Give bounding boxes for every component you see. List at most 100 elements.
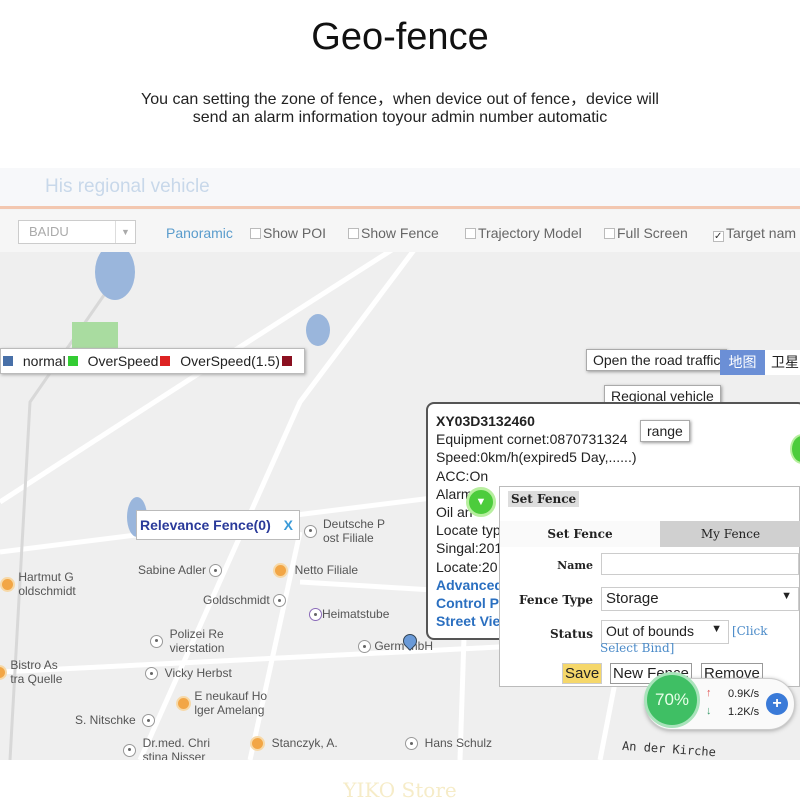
app-header: His regional vehicle xyxy=(0,168,800,209)
poi[interactable]: Dr.med. Chri stina Nisser xyxy=(123,736,210,760)
legend-swatch xyxy=(67,356,78,366)
road-traffic-button[interactable]: Open the road traffic xyxy=(586,349,728,371)
page-title: Geo-fence xyxy=(311,16,489,58)
poi[interactable]: Stanczyk, A. xyxy=(250,736,338,752)
poi[interactable]: Polizei Re vierstation xyxy=(150,627,224,655)
poi[interactable]: Bistro As tra Quelle xyxy=(0,658,62,686)
poi[interactable]: S. Nitschke xyxy=(75,713,156,728)
speed: Speed:0km/h(expired5 Day,......) xyxy=(436,449,637,466)
satellite-view-tab[interactable]: 卫星 xyxy=(765,350,800,375)
upload-arrow-icon: ↑ xyxy=(706,687,712,699)
legend-label: normal xyxy=(22,353,66,369)
poi-label: Heimatstube xyxy=(322,607,390,621)
map-provider-select[interactable]: BAIDU ▼ xyxy=(18,220,136,244)
poi-label: Bistro As tra Quelle xyxy=(10,658,63,686)
equipment-cornet: Equipment cornet:0870731324 xyxy=(436,431,628,448)
poi-dot-icon xyxy=(358,640,371,654)
relevance-fence-label: Relevance Fence(0) xyxy=(140,517,271,533)
poi-label: Deutsche P ost Filiale xyxy=(323,517,386,545)
poi[interactable]: Heimatstube xyxy=(309,607,390,622)
memory-usage-gauge[interactable]: 70% xyxy=(644,672,700,728)
poi-dot-icon xyxy=(142,714,156,728)
legend-swatch xyxy=(160,356,171,366)
acc: ACC:On xyxy=(436,467,489,484)
poi-dot-icon xyxy=(145,667,158,681)
toolbar: BAIDU ▼ Panoramic Show POI Show Fence Tra… xyxy=(0,210,800,252)
poi-label: S. Nitschke xyxy=(75,713,136,727)
legend-label: OverSpeed(1.5) xyxy=(180,353,280,369)
poi-dot-icon xyxy=(405,737,418,751)
tab-my-fence[interactable]: My Fence xyxy=(660,521,800,547)
chevron-down-icon: ▼ xyxy=(781,590,792,602)
poi-label: Hans Schulz xyxy=(424,736,493,750)
legend-swatch xyxy=(3,356,13,366)
fence-type-label: Fence Type xyxy=(519,593,593,607)
plus-icon[interactable]: + xyxy=(766,693,788,715)
chevron-down-icon: ▼ xyxy=(115,221,135,243)
watermark: YIKO Store xyxy=(343,778,457,802)
name-label: Name xyxy=(557,559,593,572)
vehicle-marker-icon[interactable]: ▼ xyxy=(466,487,496,517)
header-divider xyxy=(0,206,800,209)
food-icon xyxy=(273,563,288,579)
range-button[interactable]: range xyxy=(640,420,690,442)
checkmark-icon: ✓ xyxy=(713,231,724,242)
poi[interactable]: Hartmut G oldschmidt xyxy=(0,570,76,598)
poi[interactable]: Sabine Adler xyxy=(138,563,223,578)
food-icon xyxy=(0,576,15,592)
show-fence-checkbox[interactable]: Show Fence xyxy=(348,225,439,241)
fence-type-select[interactable]: Storage ▼ xyxy=(601,587,799,611)
speed-legend: normal OverSpeed OverSpeed(1.5) xyxy=(0,348,305,374)
poi-label: Hartmut G oldschmidt xyxy=(18,570,76,598)
poi-label: Vicky Herbst xyxy=(164,666,232,680)
relevance-fence-panel: Relevance Fence(0) X xyxy=(136,510,300,540)
full-screen-checkbox[interactable]: Full Screen xyxy=(604,225,688,241)
food-icon xyxy=(250,736,265,752)
save-button[interactable]: Save xyxy=(562,663,603,684)
poi-label: Stanczyk, A. xyxy=(271,736,338,750)
target-name-checkbox[interactable]: ✓ Target nam xyxy=(713,225,796,242)
food-icon xyxy=(0,664,7,680)
checkbox-icon xyxy=(465,228,476,239)
fence-name-input[interactable] xyxy=(601,553,799,575)
map-view-tab[interactable]: 地图 xyxy=(720,350,765,375)
select-value: Storage xyxy=(606,590,659,607)
checkbox-icon xyxy=(604,228,615,239)
set-fence-dialog: Set Fence Set Fence My Fence Name Fence … xyxy=(499,486,800,687)
upload-speed: 0.9K/s xyxy=(728,688,760,700)
poi[interactable]: Netto Filiale xyxy=(273,563,359,579)
poi-dot-icon xyxy=(150,634,163,648)
status-label: Status xyxy=(549,627,593,641)
poi[interactable]: Deutsche P ost Filiale xyxy=(304,517,385,545)
bank-icon xyxy=(304,524,317,538)
lake xyxy=(306,314,330,346)
poi-label: Goldschmidt xyxy=(203,593,270,607)
poi[interactable]: E neukauf Ho lger Amelang xyxy=(176,689,267,717)
app-screenshot: His regional vehicle BAIDU ▼ Panoramic Sh… xyxy=(0,168,800,760)
description-line-2: send an alarm information toyour admin n… xyxy=(192,109,608,126)
legend-swatch xyxy=(281,356,292,366)
download-speed: 1.2K/s xyxy=(728,706,760,718)
poi-label: Sabine Adler xyxy=(138,563,207,577)
panoramic-link[interactable]: Panoramic xyxy=(166,225,233,241)
poi-label: E neukauf Ho lger Amelang xyxy=(194,689,268,717)
poi-label: Polizei Re vierstation xyxy=(169,627,225,655)
poi-dot-icon xyxy=(209,564,223,578)
lake xyxy=(95,252,135,300)
poi-label: Netto Filiale xyxy=(294,563,359,577)
checkbox-icon xyxy=(250,228,261,239)
map-select-value: BAIDU xyxy=(29,224,69,239)
show-poi-checkbox[interactable]: Show POI xyxy=(250,225,326,241)
poi[interactable]: Hans Schulz xyxy=(405,736,493,751)
music-icon xyxy=(309,608,322,622)
poi[interactable]: Germ mbH xyxy=(358,639,433,654)
click-select-bind-link[interactable]: [Click Select Bind] xyxy=(600,623,800,657)
poi[interactable]: Vicky Herbst xyxy=(145,666,232,681)
poi-dot-icon xyxy=(273,594,287,608)
vehicle-id: XY03D3132460 xyxy=(436,413,535,429)
checkbox-icon xyxy=(348,228,359,239)
tab-set-fence[interactable]: Set Fence xyxy=(500,521,660,547)
close-icon[interactable]: X xyxy=(284,517,293,533)
poi[interactable]: Goldschmidt xyxy=(203,593,287,608)
trajectory-model-checkbox[interactable]: Trajectory Model xyxy=(465,225,582,241)
